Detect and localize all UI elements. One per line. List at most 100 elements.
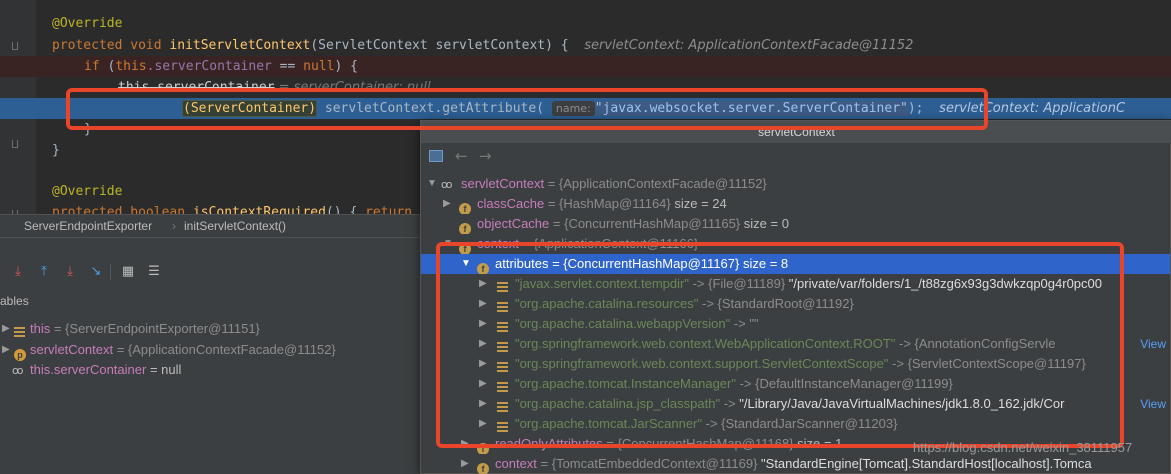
map-entry-icon <box>497 382 508 392</box>
back-icon[interactable]: ← <box>455 147 468 165</box>
variable-value: = {ApplicationContextFacade@11152} <box>113 342 336 357</box>
tree-node-name: attributes <box>495 256 549 271</box>
expand-arrow-icon[interactable]: ▶ <box>479 274 487 294</box>
expand-arrow-icon[interactable]: ▶ <box>443 194 451 214</box>
parameter-name-hint: name: <box>551 101 595 116</box>
expand-arrow-icon[interactable]: ▶ <box>479 354 487 374</box>
step-into-icon[interactable]: ⤓ <box>10 264 26 280</box>
field-icon: f <box>459 203 471 214</box>
drop-frame-icon[interactable]: ⤓ <box>62 264 78 280</box>
forward-icon[interactable]: → <box>479 147 492 165</box>
expand-arrow-icon[interactable]: ▶ <box>479 394 487 414</box>
step-out-icon[interactable]: ⤒ <box>36 264 52 280</box>
breadcrumb-class[interactable]: ServerEndpointExporter <box>24 215 152 237</box>
tree-node-string-value: "StandardEngine[Tomcat].StandardHost[loc… <box>757 456 1092 471</box>
map-entry-row[interactable]: ▶ "org.apache.tomcat.JarScanner" -> {Sta… <box>421 414 1170 434</box>
tree-node-value: = {ConcurrentHashMap@11167} <box>548 256 740 271</box>
map-entry-row[interactable]: ▶ "org.apache.catalina.webappVersion" ->… <box>421 314 1170 334</box>
tree-node-name: context <box>495 456 537 471</box>
expand-arrow-icon[interactable]: ▶ <box>2 319 10 339</box>
tree-node-name: readOnlyAttributes <box>495 436 603 451</box>
variable-servlet-context: servletContext <box>324 101 435 116</box>
expand-arrow-icon[interactable]: ▶ <box>479 334 487 354</box>
method-call: .getAttribute( <box>434 101 545 116</box>
expand-arrow-icon[interactable]: ▶ <box>2 340 10 360</box>
map-entry-icon <box>497 402 508 412</box>
field-server-container: .serverContainer <box>146 59 272 74</box>
map-entry-row[interactable]: ▶ "org.apache.catalina.resources" -> {St… <box>421 294 1170 314</box>
tree-node-size: size = 0 <box>740 216 789 231</box>
trace-icon[interactable]: ☰ <box>146 264 162 280</box>
tree-row-servlet-context[interactable]: ▼ oo servletContext = {ApplicationContex… <box>421 174 1170 194</box>
inline-debug-hint: = serverContainer: null <box>274 80 431 95</box>
tree-row[interactable]: ▶ f classCache = {HashMap@11164} size = … <box>421 194 1170 214</box>
keyword-void: void <box>130 38 162 53</box>
folder-tree-icon[interactable] <box>429 150 443 162</box>
map-entry-row[interactable]: ▶ "org.springframework.web.context.WebAp… <box>421 334 1170 354</box>
keyword-protected: protected <box>52 38 123 53</box>
tree-row[interactable]: f objectCache = {ConcurrentHashMap@11165… <box>421 214 1170 234</box>
code-line-3: if (this.serverContainer == null) { <box>0 56 1171 77</box>
map-entry-icon <box>497 282 508 292</box>
collapse-arrow-icon[interactable]: ▼ <box>461 254 471 274</box>
expand-arrow-icon[interactable]: ▶ <box>479 314 487 334</box>
expand-arrow-icon[interactable]: ▶ <box>461 434 469 454</box>
code-line-2: protected void initServletContext(Servle… <box>0 35 1171 56</box>
map-key: "org.apache.catalina.resources" <box>515 296 699 311</box>
tree-node-name: servletContext <box>461 176 545 191</box>
tree-node-value: = {TomcatEmbeddedContext@11169} <box>536 456 758 471</box>
map-key: "org.apache.catalina.webappVersion" <box>515 316 731 331</box>
expand-arrow-icon[interactable]: ▶ <box>479 374 487 394</box>
map-entry-row[interactable]: ▶ "org.apache.tomcat.InstanceManager" ->… <box>421 374 1170 394</box>
tree-row-attributes-selected[interactable]: ▼ f attributes = {ConcurrentHashMap@1116… <box>421 254 1170 274</box>
view-link[interactable]: View <box>1140 334 1166 354</box>
expand-arrow-icon[interactable]: ▶ <box>479 294 487 314</box>
tree-row[interactable]: ▼ f context = {ApplicationContext@11166} <box>421 234 1170 254</box>
annotation-override: @Override <box>52 184 123 199</box>
expand-arrow-icon[interactable]: ▶ <box>461 454 469 474</box>
tree-node-size: size = 1 <box>793 436 843 451</box>
popup-title[interactable]: servletContext <box>421 121 1171 143</box>
map-value: -> {ServletContextScope@11197} <box>888 356 1086 371</box>
keyword-if: if <box>84 59 100 74</box>
method-params: (ServletContext servletContext) { <box>310 38 569 53</box>
tree-node-value: = {ConcurrentHashMap@11165} <box>549 216 741 231</box>
map-string-value: "/private/var/folders/1_/t88zg6x93g3dwkz… <box>785 276 1102 291</box>
view-link[interactable]: View <box>1140 394 1166 414</box>
map-entry-row[interactable]: ▶ "org.springframework.web.context.suppo… <box>421 354 1170 374</box>
collapse-arrow-icon[interactable]: ▼ <box>427 174 437 194</box>
field-icon: f <box>477 263 489 274</box>
field-server-container: .serverContainer <box>149 80 275 95</box>
tree-node-name: classCache <box>477 196 545 211</box>
code-brace: } <box>84 122 92 137</box>
evaluate-expression-icon[interactable]: ▦ <box>120 264 136 280</box>
tree-node-value: = {ApplicationContextFacade@11152} <box>544 176 767 191</box>
breadcrumb-separator: › <box>172 219 176 233</box>
collapse-arrow-icon[interactable]: ▼ <box>443 234 453 254</box>
code-operator: == <box>271 59 304 74</box>
watermark-text: https://blog.csdn.net/weixin_38111957 <box>913 440 1133 455</box>
variable-name: this.serverContainer <box>30 362 147 377</box>
variable-inspector-popup[interactable]: servletContext ← → ▼ oo servletContext =… <box>420 120 1171 474</box>
annotation-override: @Override <box>52 16 123 31</box>
variables-tab-label[interactable]: ables <box>0 294 29 308</box>
variable-name: this <box>30 321 51 336</box>
expand-arrow-icon[interactable]: ▶ <box>479 414 487 434</box>
breadcrumb-method[interactable]: initServletContext() <box>184 215 286 237</box>
object-icon <box>14 327 25 337</box>
map-entry-row[interactable]: ▶ "javax.servlet.context.tempdir" -> {Fi… <box>421 274 1170 294</box>
map-key: "org.apache.catalina.jsp_classpath" <box>515 396 721 411</box>
toolbar-divider <box>110 264 111 280</box>
map-entry-row[interactable]: ▶ "org.apache.catalina.jsp_classpath" ->… <box>421 394 1170 414</box>
tree-node-name: objectCache <box>477 216 550 231</box>
code-brace: ) { <box>334 59 358 74</box>
map-entry-icon <box>497 322 508 332</box>
run-to-cursor-icon[interactable]: ↘ <box>88 264 104 280</box>
method-name: initServletContext <box>169 38 311 53</box>
map-string-value: "/Library/Java/JavaVirtualMachines/jdk1.… <box>739 396 1065 411</box>
field-icon: f <box>459 243 471 254</box>
tree-row[interactable]: ▶ f context = {TomcatEmbeddedContext@111… <box>421 454 1170 474</box>
code-line-1: @Override <box>0 13 1171 34</box>
tree-node-name: context <box>477 236 519 251</box>
map-value: -> {StandardJarScanner@11203} <box>702 416 898 431</box>
